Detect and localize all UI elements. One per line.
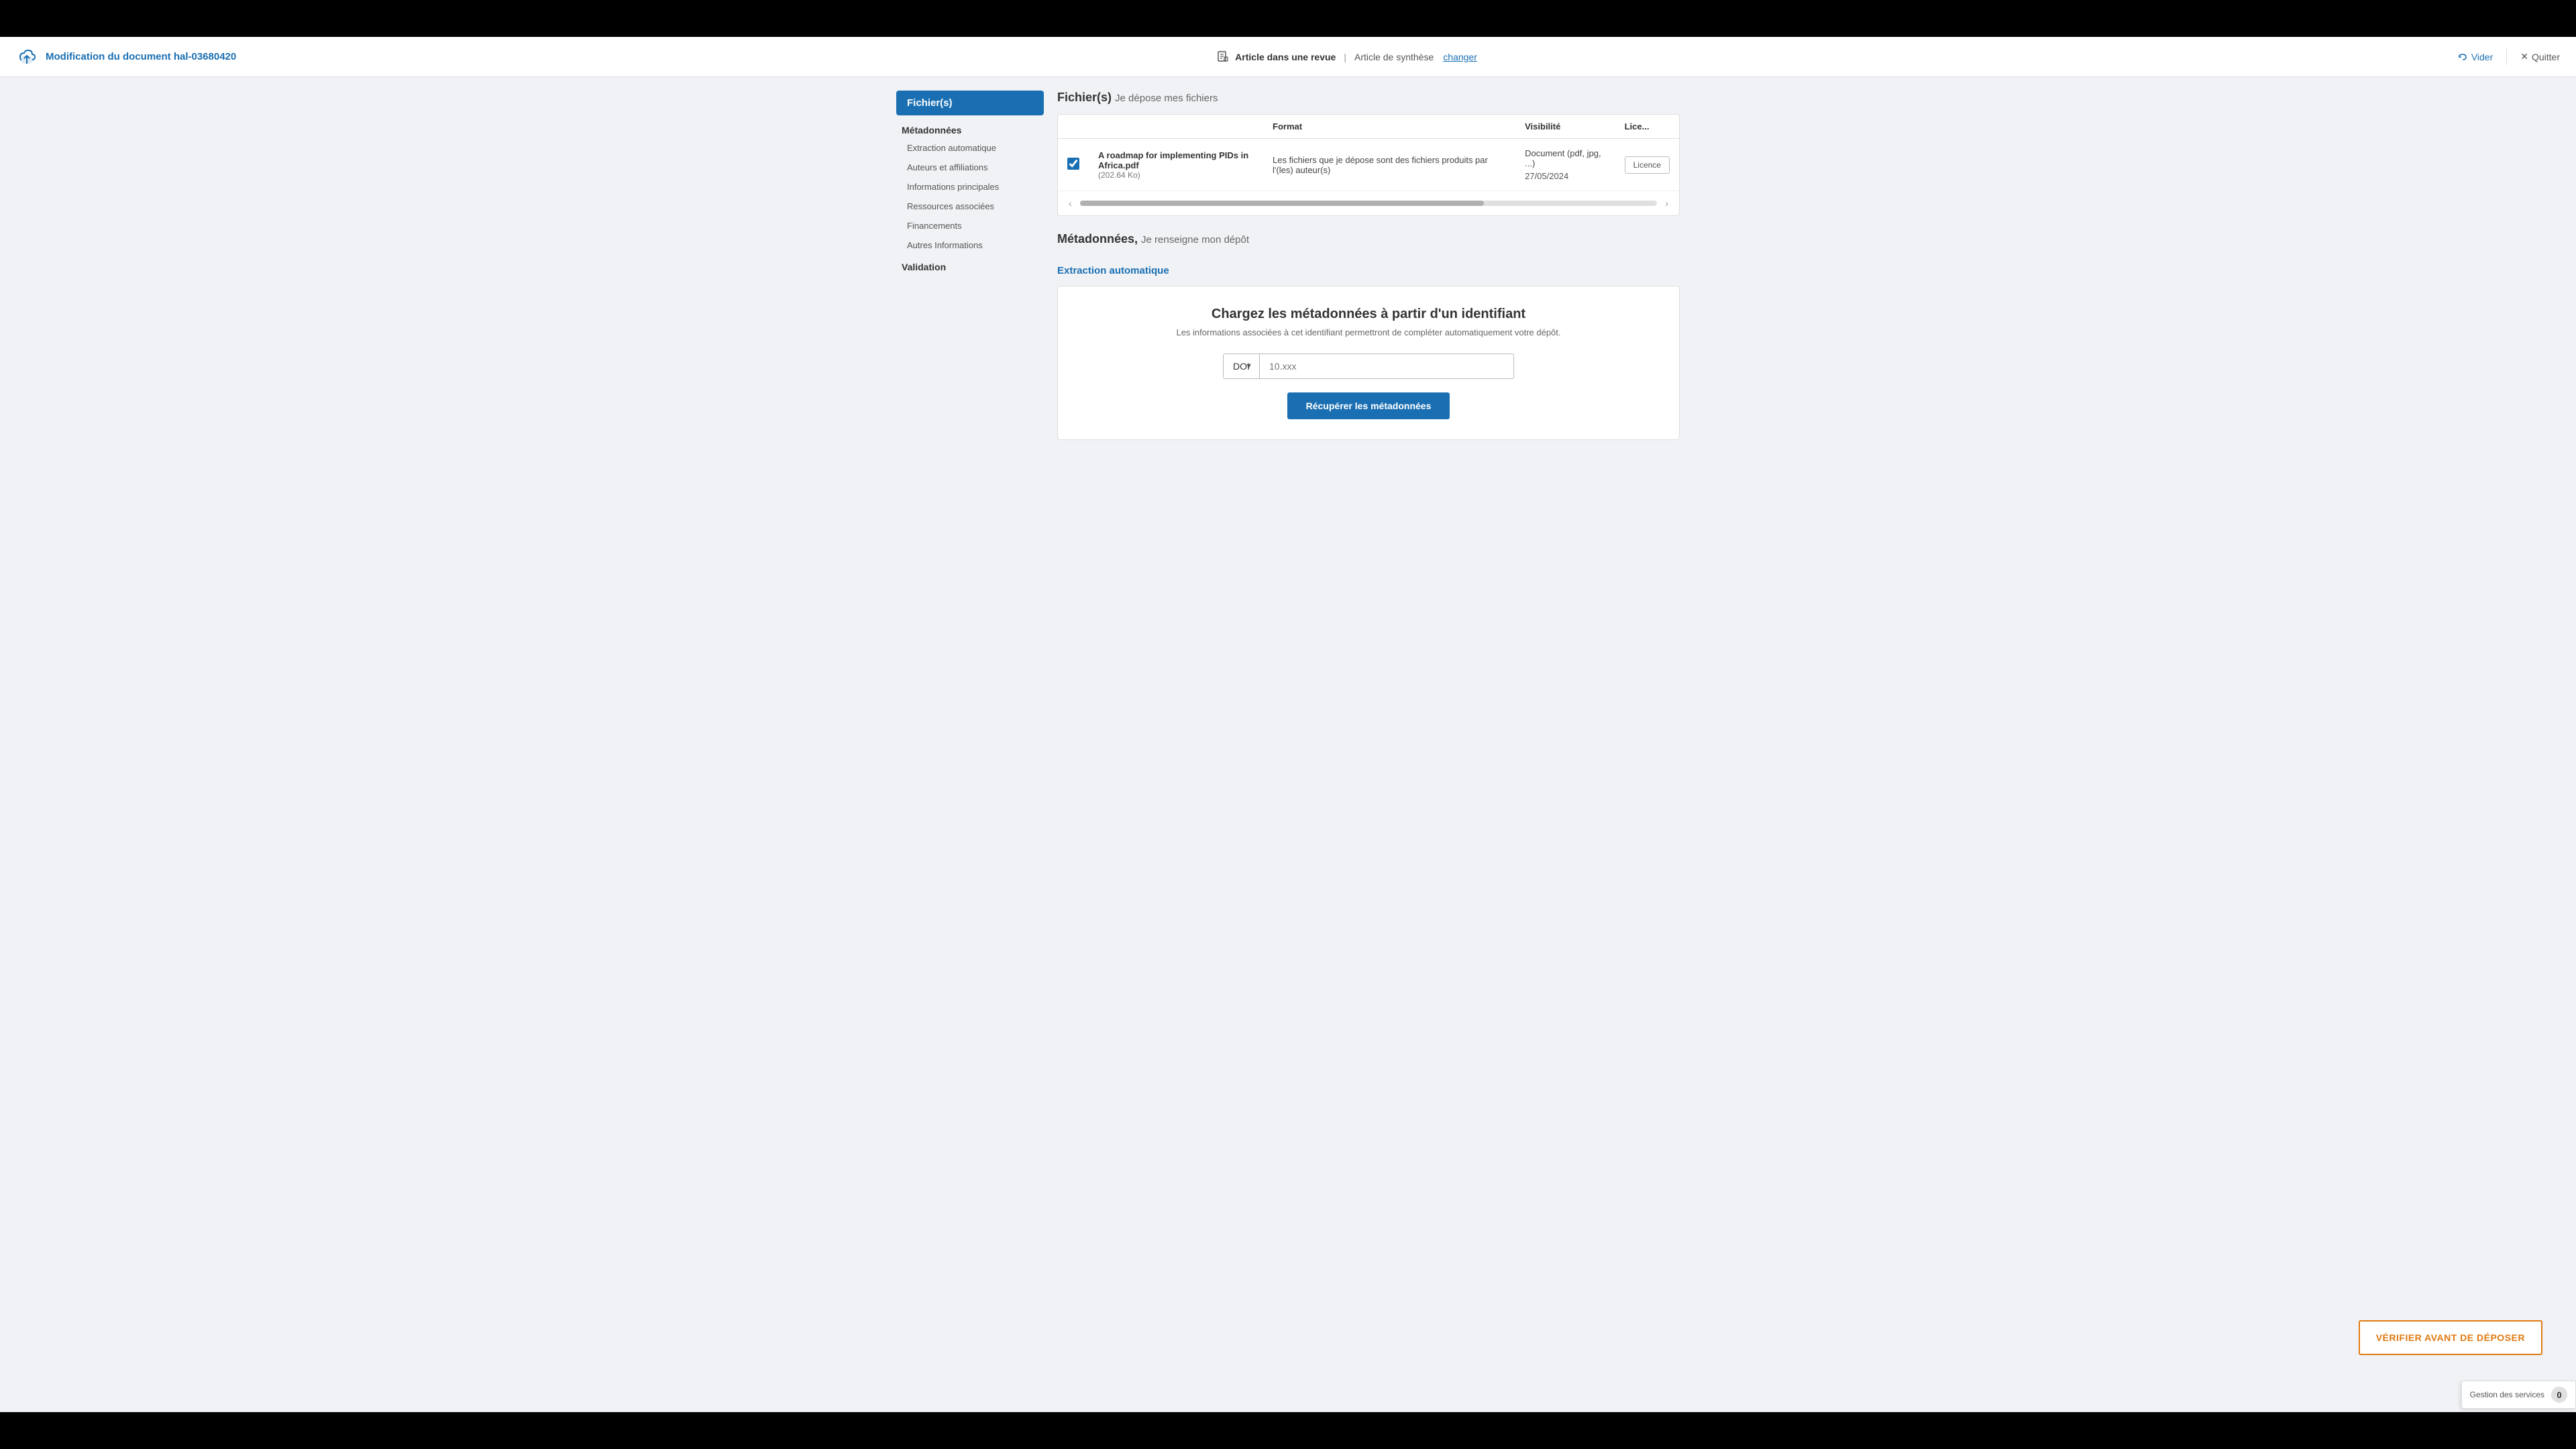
main-layout: Fichier(s) Métadonnées Extraction automa…: [885, 77, 1690, 453]
sidebar-item-auteurs-affiliations[interactable]: Auteurs et affiliations: [896, 158, 1044, 177]
cloud-upload-icon: [16, 46, 38, 68]
content-area: Fichier(s) Je dépose mes fichiers Format…: [1057, 91, 1680, 440]
gestion-des-services-badge[interactable]: Gestion des services 0: [2461, 1381, 2576, 1409]
header-doc-type: Article dans une revue: [1235, 52, 1336, 62]
col-visibilite: Visibilité: [1515, 115, 1615, 139]
scrollbar-track[interactable]: [1080, 201, 1658, 206]
vider-button[interactable]: Vider: [2457, 52, 2493, 62]
col-checkbox: [1058, 115, 1089, 139]
file-format-cell: Document (pdf, jpg, ...) 27/05/2024: [1515, 139, 1615, 191]
scrollbar-thumb: [1080, 201, 1484, 206]
table-row: A roadmap for implementing PIDs in Afric…: [1058, 139, 1679, 191]
metadata-card: Chargez les métadonnées à partir d'un id…: [1057, 286, 1680, 440]
doi-select[interactable]: DOI: [1223, 354, 1259, 379]
recuperer-button[interactable]: Récupérer les métadonnées: [1287, 392, 1450, 419]
header-separator: |: [1344, 52, 1346, 62]
col-filename: [1089, 115, 1263, 139]
gestion-count: 0: [2551, 1387, 2567, 1403]
sidebar: Fichier(s) Métadonnées Extraction automa…: [896, 91, 1044, 440]
files-card: Format Visibilité Lice...: [1057, 114, 1680, 216]
file-info-cell: A roadmap for implementing PIDs in Afric…: [1089, 139, 1263, 191]
file-description-cell: Les fichiers que je dépose sont des fich…: [1263, 139, 1515, 191]
doi-input[interactable]: [1259, 354, 1514, 379]
header-title: Modification du document hal-03680420: [46, 51, 236, 62]
sidebar-item-ressources-associees[interactable]: Ressources associées: [896, 197, 1044, 216]
file-name: A roadmap for implementing PIDs in Afric…: [1098, 150, 1254, 170]
vider-label: Vider: [2471, 52, 2493, 62]
sidebar-item-fichiers[interactable]: Fichier(s): [896, 91, 1044, 115]
header-left: Modification du document hal-03680420: [16, 46, 236, 68]
sidebar-item-informations-principales[interactable]: Informations principales: [896, 177, 1044, 197]
sidebar-section-validation[interactable]: Validation: [896, 255, 1044, 275]
header: Modification du document hal-03680420 Ar…: [0, 37, 2576, 77]
file-size: (202.64 Ko): [1098, 170, 1254, 180]
files-table: Format Visibilité Lice...: [1058, 115, 1679, 191]
metadata-card-title: Chargez les métadonnées à partir d'un id…: [1085, 307, 1652, 322]
scroll-left-button[interactable]: ‹: [1065, 197, 1076, 210]
header-center: Article dans une revue | Article de synt…: [1216, 50, 1477, 64]
doi-row: DOI ▼: [1085, 354, 1652, 379]
quitter-button[interactable]: ✕ Quitter: [2520, 51, 2560, 62]
col-format: Format: [1263, 115, 1515, 139]
sidebar-item-autres-informations[interactable]: Autres Informations: [896, 235, 1044, 255]
sidebar-item-extraction-automatique[interactable]: Extraction automatique: [896, 138, 1044, 158]
header-right: Vider ✕ Quitter: [2457, 49, 2560, 65]
sidebar-section-metadonnees[interactable]: Métadonnées: [896, 118, 1044, 138]
undo-icon: [2457, 52, 2468, 62]
quitter-label: Quitter: [2532, 52, 2560, 62]
fichiers-section-title: Fichier(s) Je dépose mes fichiers: [1057, 91, 1680, 105]
file-licence-cell[interactable]: Licence: [1615, 139, 1679, 191]
quitter-x: ✕: [2520, 51, 2528, 62]
verifier-avant-deposer-button[interactable]: VÉRIFIER AVANT DE DÉPOSER: [2359, 1320, 2542, 1355]
metadata-card-subtitle: Les informations associées à cet identif…: [1085, 327, 1652, 337]
table-scrollbar-row: ‹ ›: [1058, 191, 1679, 215]
licence-button[interactable]: Licence: [1625, 156, 1670, 174]
file-checkbox-cell[interactable]: [1058, 139, 1089, 191]
col-licence: Lice...: [1615, 115, 1679, 139]
extraction-automatique-link[interactable]: Extraction automatique: [1057, 265, 1169, 276]
doi-select-wrapper: DOI ▼: [1223, 354, 1259, 379]
header-changer-link[interactable]: changer: [1443, 52, 1477, 62]
sidebar-item-financements[interactable]: Financements: [896, 216, 1044, 235]
gestion-label: Gestion des services: [2470, 1390, 2544, 1399]
metadata-section: Métadonnées, Je renseigne mon dépôt Extr…: [1057, 232, 1680, 440]
metadata-section-title: Métadonnées, Je renseigne mon dépôt: [1057, 232, 1680, 246]
divider: [2506, 49, 2507, 65]
file-checkbox[interactable]: [1067, 158, 1079, 170]
document-icon: [1216, 50, 1230, 64]
header-sub-type: Article de synthèse: [1354, 52, 1434, 62]
top-black-bar: [0, 0, 2576, 37]
scroll-right-button[interactable]: ›: [1661, 197, 1672, 210]
bottom-black-bar: [0, 1412, 2576, 1449]
